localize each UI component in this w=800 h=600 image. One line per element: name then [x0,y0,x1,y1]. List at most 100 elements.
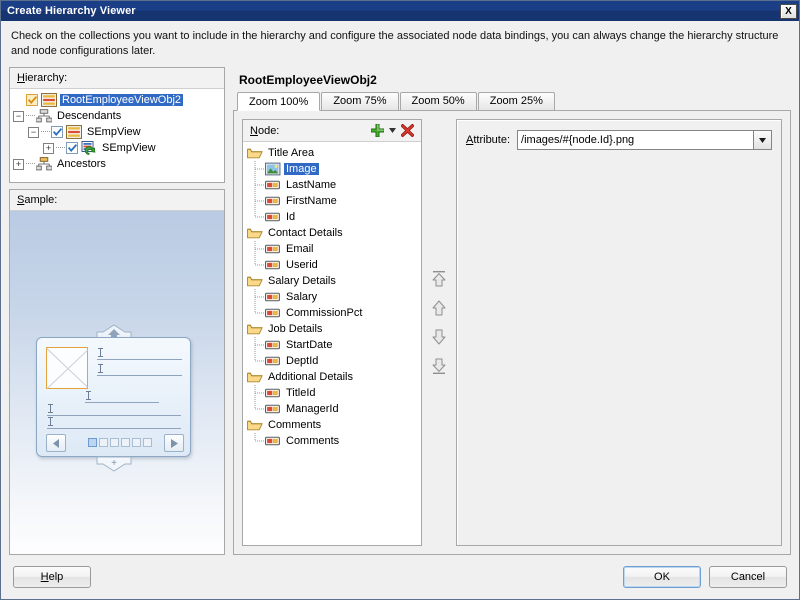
tree-expander[interactable]: − [28,126,39,138]
node-tree-row[interactable]: Userid [247,257,419,273]
node-item-label: DeptId [286,355,319,367]
hierarchy-label: Hierarchy: [10,68,224,89]
ok-button[interactable]: OK [623,566,701,588]
page-dot[interactable] [132,438,141,447]
left-arrow-icon[interactable] [46,434,66,452]
attribute-icon [265,194,284,208]
folder-icon [247,322,266,336]
node-item-label: Userid [286,259,318,271]
node-item-label: Comments [286,435,340,447]
tab-zoom-75[interactable]: Zoom 75% [321,92,399,110]
page-dot[interactable] [99,438,108,447]
move-to-top-button[interactable] [429,269,449,289]
node-tree-row[interactable]: Salary [247,289,419,305]
tree-checkbox[interactable] [26,94,38,106]
node-tree-row[interactable]: Comments [247,417,419,433]
hierarchy-panel: Hierarchy: RootEmployeeViewObj2 − Descenda… [9,67,225,183]
node-item-label: Salary [286,291,318,303]
node-tree-row[interactable]: Contact Details [247,225,419,241]
node-tree-row[interactable]: StartDate [247,337,419,353]
attribute-icon [265,290,284,304]
tree-expander[interactable]: − [13,110,24,122]
node-tree-row[interactable]: ManagerId [247,401,419,417]
expand-down-icon[interactable]: + [95,456,133,473]
hierarchy-tree-row[interactable]: + SEmpView [13,140,222,156]
node-tree-row[interactable]: Image [247,161,419,177]
hierarchy-node-label: RootEmployeeViewObj2 [60,94,184,106]
dialog-body: Hierarchy: RootEmployeeViewObj2 − Descenda… [1,67,799,555]
move-to-bottom-button[interactable] [429,356,449,376]
page-title: RootEmployeeViewObj2 [239,73,377,87]
svg-text:+: + [111,458,117,469]
right-arrow-icon[interactable] [164,434,184,452]
tab-zoom-25[interactable]: Zoom 25% [477,92,555,110]
page-dot[interactable] [88,438,97,447]
accessor-icon [81,141,100,155]
move-down-button[interactable] [429,327,449,347]
node-tree-row[interactable]: Title Area [247,145,419,161]
close-icon[interactable]: X [780,3,797,19]
node-tree-row[interactable]: Job Details [247,321,419,337]
page-dot[interactable] [110,438,119,447]
attribute-icon [265,242,284,256]
node-tree-row[interactable]: Comments [247,433,419,449]
node-tree-row[interactable]: LastName [247,177,419,193]
move-up-button[interactable] [429,298,449,318]
node-toolbar: Node: [243,120,421,142]
attribute-icon [265,402,284,416]
node-tree-row[interactable]: CommissionPct [247,305,419,321]
node-tree-row[interactable]: Id [247,209,419,225]
hierarchy-tree-row[interactable]: − SEmpView [13,124,222,140]
attribute-combobox[interactable] [517,130,772,150]
tab-zoom-100[interactable]: Zoom 100% [237,92,321,111]
tree-expander[interactable]: + [43,142,54,154]
node-item-label: Email [286,243,314,255]
node-panel: Node: Title Area Image LastName FirstNam… [242,119,422,546]
view-object-icon [66,125,85,139]
red-x-delete-icon[interactable] [397,122,417,140]
node-tree-row[interactable]: Email [247,241,419,257]
sample-panel: Sample: + [9,189,225,555]
attribute-panel: Attribute: [456,119,782,546]
page-dot[interactable] [143,438,152,447]
hierarchy-tree-row[interactable]: RootEmployeeViewObj2 [13,92,222,108]
hierarchy-tree-row[interactable]: + Ancestors [13,156,222,172]
tab-zoom-50[interactable]: Zoom 50% [399,92,477,110]
right-column: RootEmployeeViewObj2 Zoom 100% Zoom 75% Zo… [233,67,791,555]
hierarchy-tree[interactable]: RootEmployeeViewObj2 − Descendants − SEmpVie… [10,89,224,182]
node-item-label: Title Area [268,147,315,159]
tree-checkbox[interactable] [51,126,63,138]
node-item-label: Salary Details [268,275,336,287]
chevron-down-icon[interactable] [753,131,771,149]
node-item-label: LastName [286,179,337,191]
attribute-row: Attribute: [466,130,772,150]
attribute-label: Attribute: [466,134,511,146]
tree-expander[interactable]: + [13,158,24,170]
folder-icon [247,226,266,240]
tab-panel-zoom-100: Node: Title Area Image LastName FirstNam… [233,111,791,555]
chevron-down-icon[interactable] [387,122,397,140]
tree-checkbox[interactable] [66,142,78,154]
zoom-tabs[interactable]: Zoom 100% Zoom 75% Zoom 50% Zoom 25% [233,92,791,111]
attribute-icon [265,354,284,368]
node-tree-row[interactable]: TitleId [247,385,419,401]
node-tree-row[interactable]: DeptId [247,353,419,369]
node-item-label: StartDate [286,339,333,351]
attribute-icon [265,386,284,400]
green-plus-icon[interactable] [367,122,387,140]
page-dot[interactable] [121,438,130,447]
left-column: Hierarchy: RootEmployeeViewObj2 − Descenda… [9,67,225,555]
node-tree-row[interactable]: Additional Details [247,369,419,385]
attribute-icon [265,210,284,224]
hierarchy-node-label: SEmpView [102,142,156,154]
folder-icon [247,370,266,384]
node-item-label: ManagerId [286,403,339,415]
attribute-icon [265,434,284,448]
node-tree[interactable]: Title Area Image LastName FirstName Id Contac… [243,142,421,545]
cancel-button[interactable]: Cancel [709,566,787,588]
node-tree-row[interactable]: FirstName [247,193,419,209]
attribute-input[interactable] [518,131,753,149]
help-button[interactable]: Help [13,566,91,588]
hierarchy-tree-row[interactable]: − Descendants [13,108,222,124]
node-tree-row[interactable]: Salary Details [247,273,419,289]
